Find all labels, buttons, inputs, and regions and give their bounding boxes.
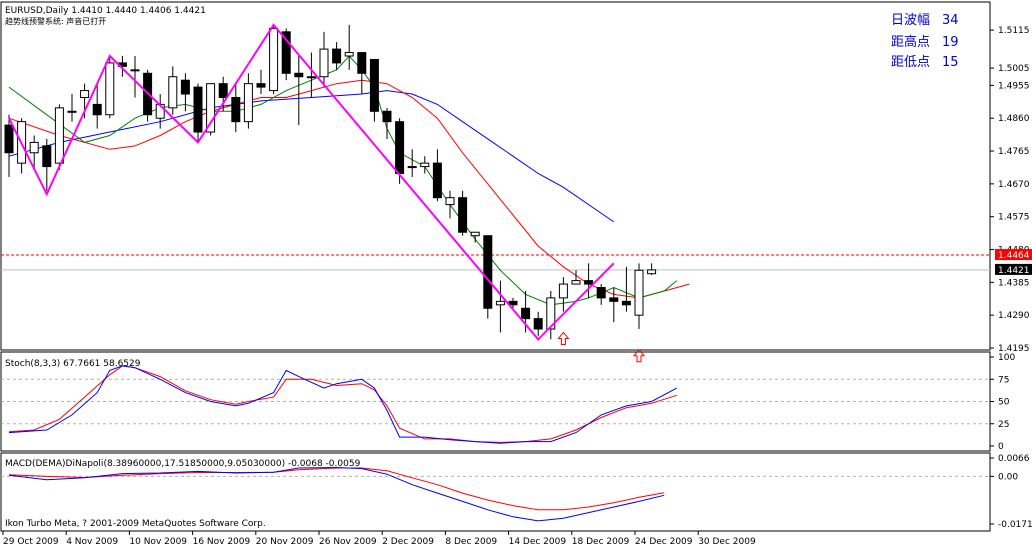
candle-body [105, 62, 115, 116]
x-tick-label: 10 Nov 2009 [129, 537, 187, 547]
candle-body [420, 162, 430, 168]
y-tick-label: 1.5115 [998, 26, 1030, 36]
candle-body [168, 76, 178, 109]
candle-body [495, 300, 505, 306]
candle-body [256, 83, 266, 88]
candle-body [432, 162, 442, 199]
y-tick-label: 75 [998, 375, 1009, 385]
info-label-from-high: 距高点 [891, 34, 930, 50]
y-tick-label: 0.0066 [998, 454, 1030, 464]
candle-body [584, 280, 594, 285]
candle-body [29, 141, 39, 154]
y-tick-label: 100 [998, 353, 1015, 363]
price-marker-label: 1.4421 [998, 266, 1030, 276]
candle-body [357, 52, 367, 74]
candle-body [332, 48, 342, 64]
candle-body [558, 283, 568, 299]
y-tick-label: -0.0171 [998, 520, 1032, 530]
x-tick-label: 24 Dec 2009 [635, 537, 693, 547]
candle-body [218, 83, 228, 98]
candle-body [92, 103, 102, 116]
indicator-caption: 趋势线预警系统: 声音已打开 [5, 16, 106, 26]
candle-body [458, 197, 468, 233]
candle-body [206, 83, 216, 133]
candle-body [306, 76, 316, 79]
info-value-from-high: 19 [942, 35, 959, 50]
info-value-from-low: 15 [942, 55, 959, 70]
candle-body [344, 52, 354, 57]
candle-body [596, 287, 606, 299]
candle-body [67, 110, 77, 113]
info-box: 日波幅 34 距高点 19 距低点 15 [891, 13, 959, 70]
y-tick-label: 1.4860 [998, 114, 1030, 124]
copyright-label: Ikon Turbo Meta, ? 2001-2009 MetaQuotes … [5, 519, 266, 529]
candle-body [269, 27, 279, 92]
info-label-day-range: 日波幅 [891, 13, 930, 28]
candle-body [130, 69, 140, 72]
candle-body [521, 307, 531, 320]
candle-body [470, 231, 480, 237]
x-tick-label: 26 Nov 2009 [319, 537, 377, 547]
x-tick-label: 18 Dec 2009 [572, 537, 630, 547]
candle-body [508, 300, 518, 306]
candle-body [533, 318, 543, 330]
info-label-from-low: 距低点 [891, 55, 930, 70]
candle-body [634, 269, 644, 316]
x-tick-label: 29 Oct 2009 [3, 537, 59, 547]
symbol-label: EURUSD,Daily 1.4410 1.4440 1.4406 1.4421 [5, 6, 206, 16]
candle-body [445, 197, 455, 206]
y-tick-label: 50 [998, 398, 1010, 408]
candle-body [382, 110, 392, 123]
candle-body [571, 280, 581, 285]
x-tick-label: 16 Nov 2009 [193, 537, 251, 547]
candle-body [80, 90, 90, 98]
candle-body [4, 124, 14, 154]
candle-body [319, 48, 329, 78]
stoch-title: Stoch(8,3,3) 67.7661 58.6529 [5, 359, 141, 369]
candle-body [407, 166, 417, 169]
candle-body [231, 96, 241, 123]
y-tick-label: 1.4575 [998, 213, 1030, 223]
candle-body [609, 297, 619, 302]
macd-title: MACD(DEMA)DiNapoli(8.38960000,17.5185000… [5, 459, 361, 469]
y-tick-label: 1.4670 [998, 180, 1030, 190]
candle-body [294, 72, 304, 78]
candle-body [483, 235, 493, 309]
x-tick-label: 4 Nov 2009 [66, 537, 118, 547]
y-tick-label: 1.4385 [998, 278, 1030, 288]
chart-canvas: 1.5115 1.5005 1.4955 1.4860 1.4765 1.4670 1.45… [0, 0, 1032, 548]
y-tick-label: 1.4765 [998, 147, 1030, 157]
y-tick-label: 1.5005 [998, 64, 1030, 74]
level-marker-label: 1.4464 [998, 251, 1030, 261]
y-tick-label: 1.4290 [998, 311, 1030, 321]
x-tick-label: 30 Dec 2009 [698, 537, 756, 547]
y-tick-label: 1.4955 [998, 81, 1030, 91]
candle-body [54, 107, 64, 164]
x-tick-label: 8 Dec 2009 [445, 537, 497, 547]
candle-body [621, 300, 631, 306]
x-tick-label: 20 Nov 2009 [256, 537, 314, 547]
candle-body [369, 58, 379, 112]
candle-body [42, 145, 52, 168]
candle-body [647, 269, 657, 275]
candle-body [180, 79, 190, 95]
candle-body [193, 86, 203, 133]
candle-body [243, 83, 253, 123]
y-tick-label: 0 [998, 442, 1004, 452]
info-value-day-range: 34 [942, 13, 959, 28]
x-tick-label: 14 Dec 2009 [509, 537, 567, 547]
x-tick-label: 2 Dec 2009 [382, 537, 434, 547]
y-tick-label: 25 [998, 420, 1009, 430]
y-tick-label: 0.00 [998, 472, 1018, 482]
candle-body [395, 121, 405, 174]
